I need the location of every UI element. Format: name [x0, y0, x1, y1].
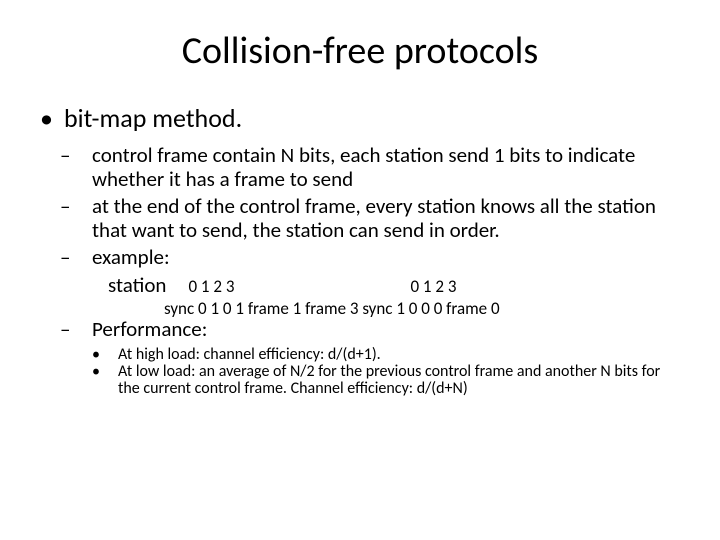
- dash-icon: –: [76, 195, 92, 219]
- bullet-dot-icon: •: [40, 102, 64, 134]
- subbullet-text: Performance:: [92, 316, 207, 342]
- subsub-high-load: •At high load: channel efficiency: d/(d+…: [118, 346, 680, 363]
- subbullet-text: example:: [92, 244, 170, 270]
- bullet-dot-icon: •: [105, 363, 118, 380]
- example-block: station 0 1 2 3 0 1 2 3 sync 0 1 0 1 frame…: [108, 274, 680, 319]
- station-digits-1: 0 1 2 3: [188, 276, 234, 297]
- subbullet-text: at the end of the control frame, every s…: [92, 193, 656, 243]
- slide: Collision-free protocols •bit-map method…: [0, 0, 720, 540]
- subbullet-example: –example:: [92, 246, 680, 270]
- subsub-text: At high load: channel efficiency: d/(d+1…: [118, 345, 381, 364]
- bullet-bitmap-method: •bit-map method.: [40, 102, 680, 134]
- dash-icon: –: [76, 318, 92, 342]
- slide-title: Collision-free protocols: [40, 28, 680, 74]
- dash-icon: –: [76, 144, 92, 168]
- dash-icon: –: [76, 246, 92, 270]
- subbullet-performance: –Performance:: [92, 318, 680, 342]
- subsub-text: At low load: an average of N/2 for the p…: [118, 362, 660, 398]
- example-row-stations: station 0 1 2 3 0 1 2 3: [108, 274, 680, 298]
- example-row-sync: sync 0 1 0 1 frame 1 frame 3 sync 1 0 0 …: [164, 299, 680, 318]
- subbullet-text: control frame contain N bits, each stati…: [92, 142, 635, 192]
- bullet-text: bit-map method.: [64, 102, 242, 134]
- station-digits-2: 0 1 2 3: [410, 276, 456, 297]
- subbullet-end-of-frame: –at the end of the control frame, every …: [92, 195, 680, 242]
- station-label: station: [108, 272, 166, 298]
- bullet-dot-icon: •: [105, 346, 118, 363]
- subsub-low-load: •At low load: an average of N/2 for the …: [118, 363, 680, 398]
- subbullet-control-frame: –control frame contain N bits, each stat…: [92, 144, 680, 191]
